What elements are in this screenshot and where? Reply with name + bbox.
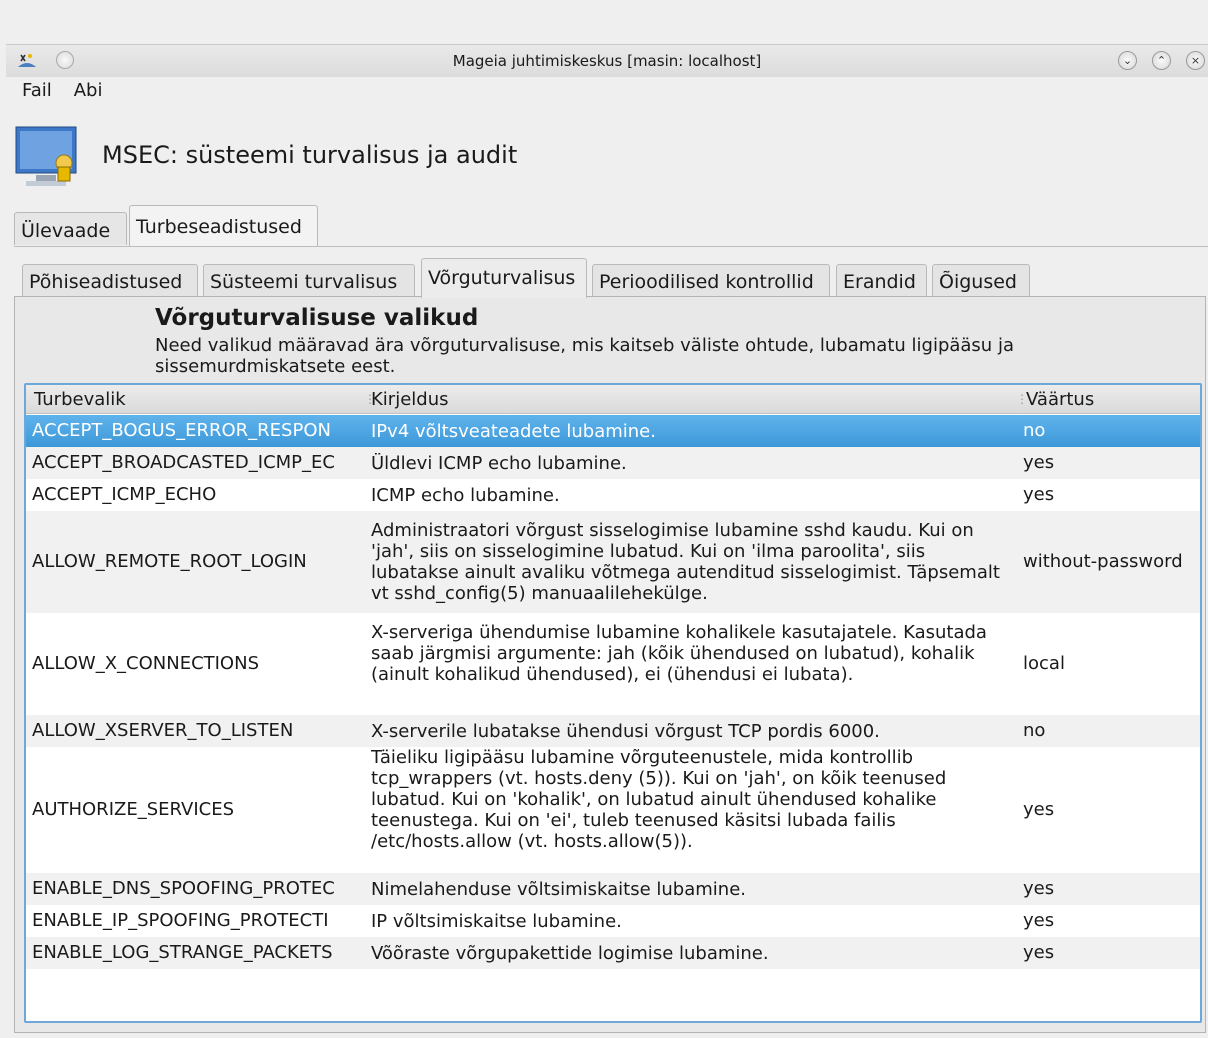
menubar: Fail Abi: [6, 80, 108, 110]
tab-overview[interactable]: Ülevaade: [14, 212, 127, 245]
value-cell: yes: [1023, 942, 1055, 963]
tab-basic-settings[interactable]: Põhiseadistused: [22, 264, 198, 296]
column-header-value[interactable]: Väärtus: [1026, 389, 1094, 410]
column-separator[interactable]: ⋮: [1016, 391, 1028, 407]
option-cell: ALLOW_X_CONNECTIONS: [32, 653, 259, 674]
window-titlebar[interactable]: Mageia juhtimiskeskus [masin: localhost]…: [6, 44, 1208, 77]
value-cell: no: [1023, 420, 1046, 441]
tab-security-settings[interactable]: Turbeseadistused: [129, 205, 318, 247]
options-table[interactable]: Turbevalik ⋮ Kirjeldus ⋮ Väärtus ACCEPT_…: [24, 383, 1202, 1023]
table-row[interactable]: ALLOW_REMOTE_ROOT_LOGIN Administraatori v…: [26, 511, 1200, 613]
option-cell: ALLOW_XSERVER_TO_LISTEN: [32, 720, 294, 741]
tab-permissions[interactable]: Õigused: [932, 264, 1030, 296]
tab-network-security[interactable]: Võrguturvalisus: [421, 258, 587, 298]
maximize-button[interactable]: ⌃: [1152, 51, 1171, 70]
option-cell: ENABLE_IP_SPOOFING_PROTECTI: [32, 910, 329, 931]
menu-file[interactable]: Fail: [22, 80, 52, 101]
table-row[interactable]: ENABLE_LOG_STRANGE_PACKETS Võõraste võrgu…: [26, 937, 1200, 969]
table-row[interactable]: ALLOW_XSERVER_TO_LISTEN X-serverile lubat…: [26, 715, 1200, 747]
table-row[interactable]: ALLOW_X_CONNECTIONS X-serveriga ühendumis…: [26, 613, 1200, 715]
option-cell: ENABLE_LOG_STRANGE_PACKETS: [32, 942, 333, 963]
table-header: Turbevalik ⋮ Kirjeldus ⋮ Väärtus: [26, 385, 1200, 414]
column-separator[interactable]: ⋮: [364, 391, 376, 407]
value-cell: yes: [1023, 799, 1055, 820]
option-cell: ACCEPT_BOGUS_ERROR_RESPON: [32, 420, 331, 441]
tab-system-security[interactable]: Süsteemi turvalisus: [203, 264, 415, 296]
column-header-option[interactable]: Turbevalik: [34, 389, 126, 410]
description-cell: IPv4 võltsveateadete lubamine.: [371, 421, 656, 442]
table-row[interactable]: ENABLE_DNS_SPOOFING_PROTEC Nimelahenduse …: [26, 873, 1200, 905]
option-cell: ACCEPT_BROADCASTED_ICMP_EC: [32, 452, 335, 473]
description-cell: Täieliku ligipääsu lubamine võrguteenust…: [371, 747, 947, 852]
section-title: Võrguturvalisuse valikud: [155, 305, 479, 331]
value-cell: yes: [1023, 878, 1055, 899]
description-cell: Nimelahenduse võltsimiskaitse lubamine.: [371, 879, 746, 900]
table-row[interactable]: ACCEPT_BROADCASTED_ICMP_EC Üldlevi ICMP e…: [26, 447, 1200, 479]
option-cell: AUTHORIZE_SERVICES: [32, 799, 235, 820]
tab-exceptions[interactable]: Erandid: [836, 264, 927, 296]
table-row[interactable]: AUTHORIZE_SERVICES Täieliku ligipääsu lub…: [26, 747, 1200, 873]
description-cell: Üldlevi ICMP echo lubamine.: [371, 453, 627, 474]
desktop-top: [0, 0, 1208, 44]
description-cell: Võõraste võrgupakettide logimise lubamin…: [371, 943, 769, 964]
table-row[interactable]: ACCEPT_BOGUS_ERROR_RESPON IPv4 võltsveate…: [26, 415, 1200, 447]
description-cell: Administraatori võrgust sisselogimise lu…: [371, 520, 1000, 604]
close-button[interactable]: ×: [1186, 51, 1205, 70]
description-cell: ICMP echo lubamine.: [371, 485, 560, 506]
column-header-description[interactable]: Kirjeldus: [371, 389, 449, 410]
value-cell: no: [1023, 720, 1046, 741]
option-cell: ENABLE_DNS_SPOOFING_PROTEC: [32, 878, 335, 899]
value-cell: local: [1023, 653, 1065, 674]
value-cell: yes: [1023, 910, 1055, 931]
value-cell: yes: [1023, 484, 1055, 505]
value-cell: without-password: [1023, 551, 1183, 572]
minimize-button[interactable]: ⌄: [1118, 51, 1137, 70]
option-cell: ACCEPT_ICMP_ECHO: [32, 484, 217, 505]
menu-help[interactable]: Abi: [74, 80, 103, 101]
description-cell: IP võltsimiskaitse lubamine.: [371, 911, 622, 932]
app-title: MSEC: süsteemi turvalisus ja audit: [102, 141, 518, 169]
tab-periodic-checks[interactable]: Perioodilised kontrollid: [592, 264, 830, 296]
option-cell: ALLOW_REMOTE_ROOT_LOGIN: [32, 551, 307, 572]
value-cell: yes: [1023, 452, 1055, 473]
table-row[interactable]: ENABLE_IP_SPOOFING_PROTECTI IP võltsimisk…: [26, 905, 1200, 937]
section-description: Need valikud määravad ära võrguturvalisu…: [155, 335, 1014, 377]
table-row[interactable]: ACCEPT_ICMP_ECHO ICMP echo lubamine. yes: [26, 479, 1200, 511]
window-title: Mageia juhtimiskeskus [masin: localhost]: [452, 52, 762, 70]
security-monitor-icon: [15, 126, 77, 186]
description-cell: X-serverile lubatakse ühendusi võrgust T…: [371, 721, 880, 742]
description-cell: X-serveriga ühendumise lubamine kohalike…: [371, 622, 987, 685]
